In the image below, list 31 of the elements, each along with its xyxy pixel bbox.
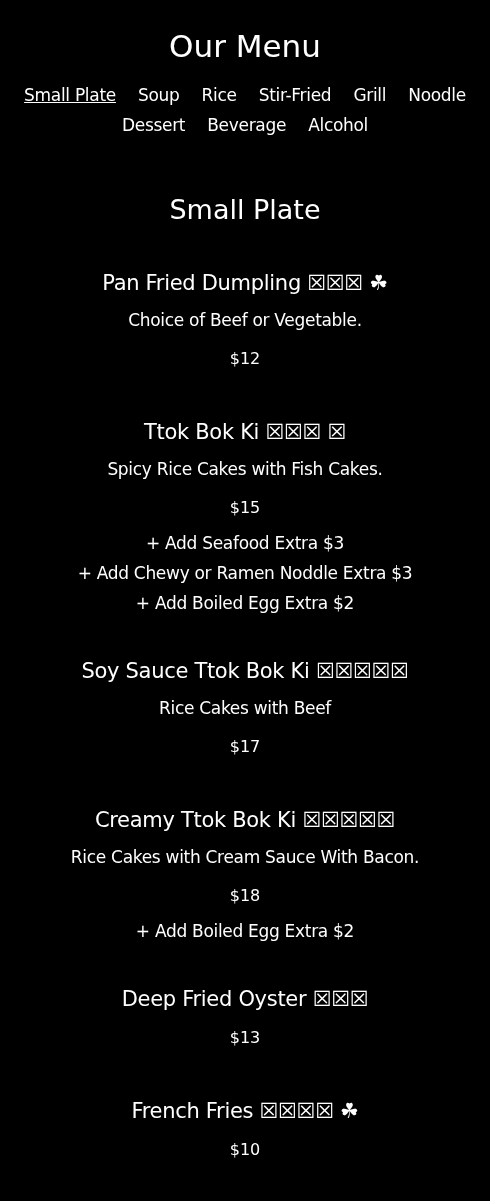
menu-tab[interactable]: Soup [137,80,180,110]
dish-name: French Fries ☒☒☒☒ ☘ [131,1098,359,1125]
dish-price: $12 [229,348,261,370]
section-heading: Small Plate [168,193,322,227]
dish-name: Pan Fried Dumpling ☒☒☒ ☘ [102,270,388,297]
dish-name: Ttok Bok Ki ☒☒☒ ☒ [144,419,346,446]
dish-price: $17 [229,736,261,758]
menu-tab[interactable]: Alcohol [308,110,369,140]
dish-price: $10 [229,1139,261,1161]
menu-tab[interactable]: Stir-Fried [258,80,332,110]
dish-description: Rice Cakes with Cream Sauce With Bacon. [70,846,420,869]
add-on-option: + Add Boiled Egg Extra $2 [135,916,355,946]
menu-tab[interactable]: Beverage [207,110,287,140]
menu-tab[interactable]: Rice [201,80,237,110]
dish-description: Rice Cakes with Beef [159,697,331,720]
add-on-option: + Add Boiled Egg Extra $2 [135,588,355,618]
dish-price: $15 [229,497,261,519]
dish-name: Soy Sauce Ttok Bok Ki ☒☒☒☒☒ [81,658,409,685]
dish-description: Spicy Rice Cakes with Fish Cakes. [107,458,383,481]
add-on-option: + Add Chewy or Ramen Noddle Extra $3 [77,558,413,588]
dish-name: Deep Fried Oyster ☒☒☒ [121,986,369,1013]
menu-tab[interactable]: Dessert [121,110,186,140]
dish-name: Creamy Ttok Bok Ki ☒☒☒☒☒ [94,807,396,834]
menu-tab[interactable]: Small Plate [24,80,116,110]
dish-price: $18 [229,885,261,907]
dish-price: $13 [229,1027,261,1049]
menu-tab[interactable]: Noodle [408,80,466,110]
dish-description: Choice of Beef or Vegetable. [128,309,362,332]
menu-title: Our Menu [168,27,322,66]
menu-tab[interactable]: Grill [353,80,387,110]
add-on-option: + Add Seafood Extra $3 [146,528,344,558]
